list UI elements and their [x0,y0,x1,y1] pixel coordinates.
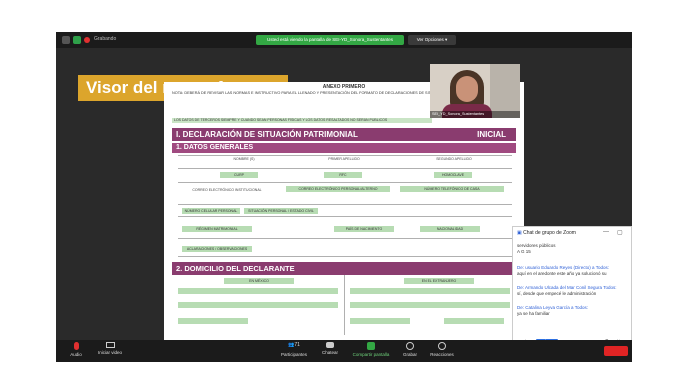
section-1-title: I. DECLARACIÓN DE SITUACIÓN PATRIMONIAL [176,130,358,139]
participant-face [456,76,478,102]
chat-button[interactable]: Chatear [310,342,350,355]
domicile-abroad-header: EN EL EXTRANJERO [404,278,474,284]
table-line [178,216,512,217]
view-options-label: Ver Opciones [416,37,444,42]
minimize-icon[interactable]: — [603,229,609,235]
chat-icon [326,342,334,348]
meeting-toolbar: Audio Iniciar video 👥71 Participantes Ch… [56,340,632,362]
table-line [178,168,512,169]
subsection-1-header: 1. DATOS GENERALES [172,143,516,153]
audio-label: Audio [70,352,82,357]
participants-label: Participantes [280,352,307,357]
address-field[interactable] [178,288,338,294]
view-options-button[interactable]: Ver Opciones ▾ [408,35,456,45]
chat-title: ▣ Chat de grupo de Zoom [517,230,576,236]
reactions-label: Reacciones [430,352,454,357]
participant-video[interactable]: SEI_YD_Sonora_Sustentantes [430,64,520,118]
shared-screen: Visor del nuevo formato ANEXO PRIMERO NO… [56,48,632,358]
address-field[interactable] [178,318,248,324]
homoclave-field[interactable]: HOMOCLAVE [434,172,472,178]
address-field[interactable] [444,318,504,324]
chat-message-text: A G 15 [517,249,531,254]
participants-icon: 👥71 [288,342,300,348]
table-line [178,155,512,156]
microphone-icon [73,342,79,350]
reactions-icon [438,342,446,350]
table-line [178,238,512,239]
chat-bubble-icon: ▣ [517,230,522,236]
recording-label: Grabando [94,36,117,42]
rfc-field[interactable]: RFC [324,172,362,178]
address-field[interactable] [350,318,410,324]
start-video-button[interactable]: Iniciar video [90,342,130,355]
info-icon[interactable] [62,36,70,44]
document-page: ANEXO PRIMERO NOTA: DEBERÁ DE REVISAR LA… [164,82,524,340]
chat-message: servidores públicos A G 15 [517,243,629,255]
share-screen-button[interactable]: Compartir pantalla [348,342,394,357]
screen-share-banner: Usted está viendo la pantalla de SEI-YD_… [256,35,404,45]
chat-title-text: Chat de grupo de Zoom [523,230,576,236]
end-meeting-button[interactable] [604,346,628,356]
home-phone-field[interactable]: NÚMERO TELEFÓNICO DE CASA [400,186,504,192]
field-label: SEGUNDO APELLIDO [436,157,472,161]
birth-country-field[interactable]: PAÍS DE NACIMIENTO [334,226,394,232]
marital-regime-field[interactable]: RÉGIMEN MATRIMONIAL [182,226,252,232]
mobile-phone-field[interactable]: NÚMERO CELULAR PERSONAL [182,208,240,214]
field-label: PRIMER APELLIDO [328,157,360,161]
participants-count: 71 [294,342,300,348]
field-label: NOMBRE (S) [233,157,255,161]
participants-button[interactable]: 👥71 Participantes [274,342,314,357]
top-bar: Grabando Usted está viendo la pantalla d… [56,32,632,48]
start-video-label: Iniciar video [97,350,122,355]
domicile-mexico-header: EN MÉXICO [224,278,294,284]
address-field[interactable] [350,288,510,294]
record-label: Grabar [402,352,417,357]
field-label: CORREO ELECTRÓNICO INSTITUCIONAL [192,188,262,192]
civil-status-field[interactable]: SITUACIÓN PERSONAL / ESTADO CIVIL [244,208,318,214]
declaration-type: INICIAL [477,130,506,139]
participant-name: SEI_YD_Sonora_Sustentantes [430,111,520,118]
table-line [178,204,512,205]
zoom-window: Grabando Usted está viendo la pantalla d… [56,32,632,362]
screen-frame: Grabando Usted está viendo la pantalla d… [0,0,675,386]
section-1-header: I. DECLARACIÓN DE SITUACIÓN PATRIMONIAL … [172,128,516,141]
observations-field[interactable]: ACLARACIONES / OBSERVACIONES [182,246,252,252]
chat-panel[interactable]: ▣ Chat de grupo de Zoom — ▢ servidores p… [512,226,632,358]
table-line [178,256,512,257]
chat-message: De: Armando Ulcada del Mar Conil Segura … [517,285,629,297]
address-field[interactable] [350,302,510,308]
video-camera-icon [105,342,115,348]
chat-message: De: usuario Eduardo Reyes (Directo) a To… [517,265,629,277]
security-shield-icon[interactable] [73,36,81,44]
share-screen-icon [367,342,375,350]
recording-icon [84,37,90,43]
chat-message: De: Catalina Leyva García a Todos: ya se… [517,305,629,317]
chat-label: Chatear [321,350,338,355]
address-field[interactable] [178,302,338,308]
curp-field[interactable]: CURP [220,172,258,178]
share-screen-label: Compartir pantalla [352,352,390,357]
record-icon [406,342,414,350]
personal-email-field[interactable]: CORREO ELECTRÓNICO PERSONAL/ALTERNO [286,186,390,192]
privacy-note: LOS DATOS DE TERCEROS SIEMPRE Y CUANDO S… [172,118,432,123]
popout-icon[interactable]: ▢ [617,229,623,236]
chat-message-text: ya se ha familiar [517,311,550,316]
chat-message-text: sí, desde que empecé le administración [517,291,597,296]
section-2-header: 2. DOMICILIO DEL DECLARANTE [172,262,516,275]
nationality-field[interactable]: NACIONALIDAD [420,226,480,232]
video-background-shelf [490,64,520,118]
reactions-button[interactable]: Reacciones [422,342,462,357]
table-line [344,275,345,335]
chat-message-text: aquí en el aredonte este año ya solucion… [517,271,607,276]
table-line [178,182,512,183]
